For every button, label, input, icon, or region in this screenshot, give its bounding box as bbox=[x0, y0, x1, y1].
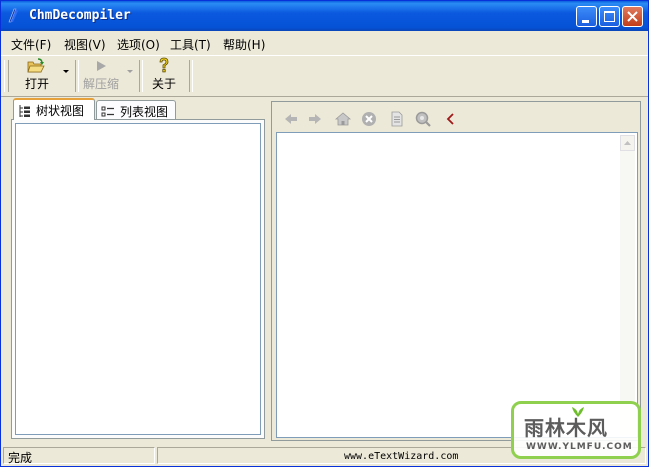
status-text: 完成 bbox=[8, 451, 33, 465]
tab-list-view[interactable]: 列表视图 bbox=[96, 100, 176, 120]
menu-bar: 文件(F) 视图(V) 选项(O) 工具(T) 帮助(H) bbox=[1, 32, 648, 54]
decompress-dropdown-arrow[interactable] bbox=[127, 70, 133, 73]
tree-panel-frame bbox=[11, 119, 265, 439]
play-icon bbox=[97, 61, 106, 71]
forward-icon[interactable] bbox=[306, 110, 324, 128]
list-view-icon bbox=[101, 106, 114, 117]
open-folder-icon bbox=[27, 58, 45, 73]
collapse-icon[interactable] bbox=[442, 110, 460, 128]
document-icon[interactable] bbox=[388, 110, 406, 128]
close-icon bbox=[627, 11, 638, 22]
toolbar-grip[interactable] bbox=[4, 60, 9, 92]
scroll-up-button[interactable] bbox=[620, 135, 635, 151]
open-button[interactable]: 打开 bbox=[17, 57, 73, 93]
search-icon[interactable] bbox=[414, 110, 432, 128]
preview-panel bbox=[271, 101, 641, 441]
window-title: ChmDecompiler bbox=[29, 8, 131, 23]
leaf-icon bbox=[572, 407, 584, 417]
watermark-logo: 雨林木风 WWW.YLMFU.COM bbox=[511, 401, 641, 459]
watermark-text: 雨林木风 bbox=[524, 416, 608, 440]
about-label: 关于 bbox=[152, 77, 177, 91]
title-bar[interactable]: ChmDecompiler bbox=[1, 1, 648, 31]
maximize-icon bbox=[604, 11, 615, 22]
menu-view[interactable]: 视图(V) bbox=[64, 36, 106, 53]
tree-view-pane[interactable] bbox=[15, 123, 261, 435]
open-label: 打开 bbox=[25, 77, 50, 91]
toolbar-separator bbox=[75, 60, 79, 92]
scroll-up-arrow-icon bbox=[624, 141, 631, 145]
decompress-button[interactable]: 解压缩 bbox=[81, 57, 137, 93]
help-question-icon bbox=[159, 57, 169, 73]
menu-help[interactable]: 帮助(H) bbox=[223, 36, 265, 53]
status-pane-main: 完成 bbox=[3, 447, 155, 465]
close-button[interactable] bbox=[622, 6, 643, 27]
stop-icon[interactable] bbox=[360, 110, 378, 128]
toolbar-separator bbox=[189, 60, 193, 92]
vertical-scrollbar[interactable] bbox=[620, 151, 635, 435]
open-dropdown-arrow[interactable] bbox=[63, 70, 69, 73]
menu-tools[interactable]: 工具(T) bbox=[170, 36, 211, 53]
maximize-button[interactable] bbox=[599, 6, 620, 27]
minimize-icon bbox=[582, 20, 589, 23]
menu-options[interactable]: 选项(O) bbox=[117, 36, 160, 53]
tab-list-view-label: 列表视图 bbox=[120, 105, 169, 119]
toolbar: 打开 解压缩 关于 bbox=[1, 55, 648, 97]
tab-tree-view[interactable]: 树状视图 bbox=[13, 98, 95, 120]
status-url: www.eTextWizard.com bbox=[344, 451, 459, 462]
decompress-label: 解压缩 bbox=[83, 77, 120, 91]
app-window: ChmDecompiler 文件(F) 视图(V) 选项(O) 工具(T) 帮助… bbox=[0, 0, 649, 467]
home-icon[interactable] bbox=[334, 110, 352, 128]
about-button[interactable]: 关于 bbox=[147, 57, 183, 93]
content-viewer[interactable] bbox=[276, 132, 638, 438]
tab-tree-view-label: 树状视图 bbox=[36, 104, 85, 118]
menu-file[interactable]: 文件(F) bbox=[11, 36, 51, 53]
minimize-button[interactable] bbox=[576, 6, 597, 27]
tree-view-icon bbox=[19, 105, 30, 117]
back-icon[interactable] bbox=[282, 110, 300, 128]
toolbar-separator bbox=[139, 60, 143, 92]
watermark-url: WWW.YLMFU.COM bbox=[526, 442, 633, 452]
app-icon bbox=[8, 8, 18, 23]
